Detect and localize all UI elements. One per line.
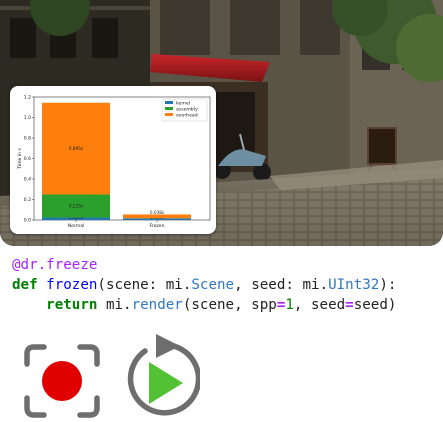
decorator-text: @dr.freeze <box>12 257 98 273</box>
legend-swatch-kernel <box>165 101 173 104</box>
legend-swatch-overhead <box>165 113 173 116</box>
record-button-icon <box>24 344 100 418</box>
code-text: mi. <box>97 297 132 313</box>
function-name: frozen <box>46 277 98 293</box>
bar-value-label: 0.038s <box>150 210 164 215</box>
y-tick-label: 1.0 <box>24 115 31 121</box>
legend-label-kernel: kernel <box>176 100 190 106</box>
timing-bar-chart: 0.00.20.40.60.81.01.2Time in s0.024s0.22… <box>17 95 211 229</box>
def-keyword: def <box>12 277 38 293</box>
x-tick-label: Normal <box>68 223 85 229</box>
equals-operator: = <box>345 297 354 313</box>
bar-value-label: 0.225s <box>69 204 83 209</box>
code-text: , seed: mi. <box>234 277 329 293</box>
y-tick-label: 0.4 <box>24 177 31 183</box>
y-tick-label: 0.2 <box>24 197 31 203</box>
y-axis-label: Time in s <box>17 148 23 170</box>
render-call: render <box>131 297 183 313</box>
y-tick-label: 1.2 <box>24 95 31 101</box>
legend-label-overhead: overhead <box>176 112 198 118</box>
type-name: Scene <box>191 277 235 293</box>
y-tick-label: 0.8 <box>24 136 31 142</box>
bar-value-label: 0.895s <box>69 146 83 151</box>
code-text: (scene, spp <box>182 297 277 313</box>
number-literal: 1 <box>285 297 294 313</box>
code-line-1: @dr.freeze <box>12 255 396 275</box>
return-keyword: return <box>46 297 98 313</box>
legend-swatch-assembly <box>165 107 173 110</box>
legend-label-assembly: assembly <box>176 106 198 112</box>
code-snippet: @dr.freeze def frozen(scene: mi.Scene, se… <box>12 255 396 315</box>
type-name: UInt32 <box>328 277 380 293</box>
y-tick-label: 0.0 <box>24 218 31 224</box>
code-text: ): <box>379 277 397 293</box>
code-text: , seed <box>293 297 346 313</box>
replay-play-icon <box>122 334 202 418</box>
y-tick-label: 0.6 <box>24 156 31 162</box>
code-line-2: def frozen(scene: mi.Scene, seed: mi.UIn… <box>12 275 396 295</box>
code-line-3: return mi.render(scene, spp=1, seed=seed… <box>12 295 396 315</box>
code-text: seed) <box>353 297 397 313</box>
timing-chart-card: 0.0 0.2 0.4 0.6 0.8 1.0 1.2 Time in s 0.024s 0.22… <box>10 86 216 234</box>
code-text: (scene: mi. <box>97 277 192 293</box>
x-tick-label: Frozen <box>149 223 164 229</box>
